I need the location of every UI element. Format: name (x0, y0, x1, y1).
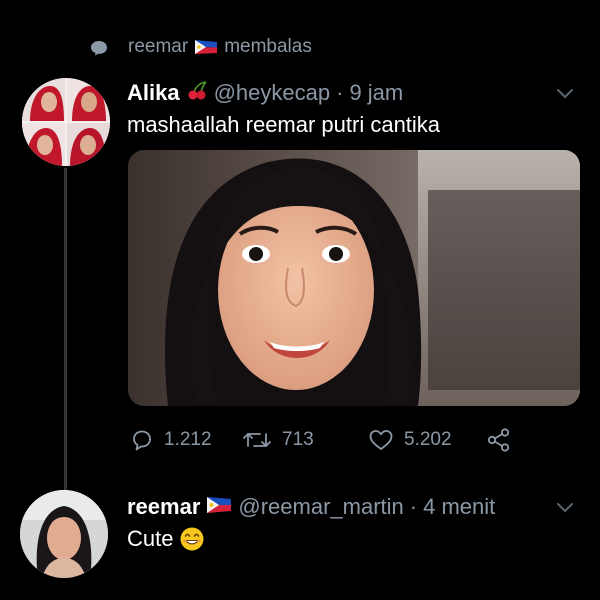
separator: · (409, 494, 418, 519)
handle[interactable]: @heykecap (214, 80, 331, 106)
smiling-face-icon (180, 527, 204, 551)
display-name[interactable]: reemar (127, 494, 200, 520)
reply-context: reemar membalas (128, 36, 312, 58)
handle[interactable]: @reemar_martin (238, 494, 403, 520)
tweet-text: mashaallah reemar putri cantika (127, 112, 441, 137)
context-name[interactable]: reemar (128, 36, 188, 58)
like-count: 5.202 (404, 429, 452, 450)
avatar[interactable] (20, 490, 108, 578)
tweet-image[interactable] (128, 150, 580, 406)
speech-bubble-icon (91, 41, 107, 56)
chevron-down-icon[interactable] (556, 88, 574, 100)
tweet-text: Cute (127, 526, 174, 551)
thread-line (64, 168, 67, 490)
tweet-text-row: Cute (127, 526, 205, 552)
like-button[interactable]: 5.202 (368, 426, 452, 454)
display-name[interactable]: Alika (127, 80, 180, 106)
portrait-photo (128, 150, 580, 406)
context-action: membalas (224, 36, 312, 57)
timestamp[interactable]: 9 jam (349, 80, 403, 106)
reply-icon (133, 430, 151, 451)
share-icon (487, 428, 510, 452)
avatar-photo (20, 490, 108, 578)
tweet-header: Alika @heykecap · 9 jam (127, 80, 403, 106)
avatar-collage-image (22, 78, 110, 166)
timestamp[interactable]: 4 menit (423, 494, 495, 520)
reply-button[interactable]: 1.212 (130, 426, 212, 454)
philippines-flag-icon (195, 40, 218, 54)
retweet-button[interactable]: 713 (242, 426, 314, 454)
tweet-header: reemar @reemar_martin · 4 menit (127, 494, 495, 520)
retweet-count: 713 (282, 429, 314, 450)
retweet-icon (243, 433, 271, 447)
tweet-actions: 1.212 713 5.202 (130, 426, 520, 454)
cherries-icon (188, 81, 207, 100)
reply-count: 1.212 (164, 429, 212, 450)
separator: · (336, 80, 344, 105)
philippines-flag-icon (207, 497, 232, 513)
heart-icon (369, 430, 393, 450)
share-button[interactable] (486, 426, 512, 454)
avatar[interactable] (22, 78, 110, 166)
chevron-down-icon[interactable] (556, 502, 574, 514)
